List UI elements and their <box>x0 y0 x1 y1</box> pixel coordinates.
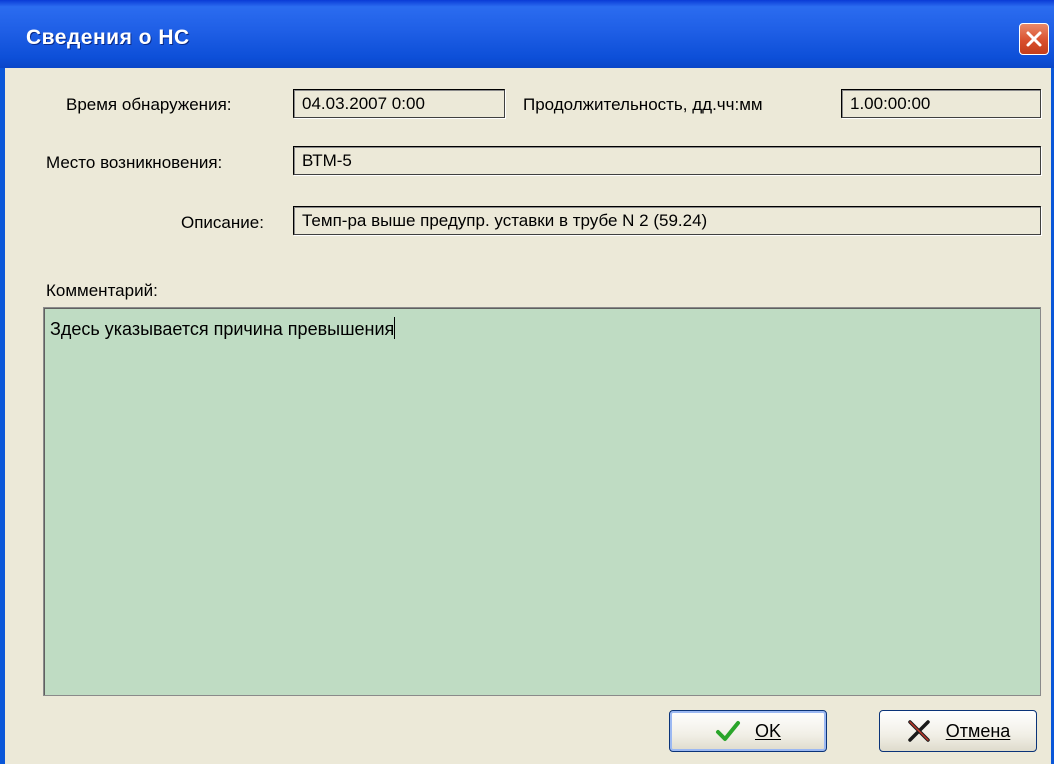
comment-label: Комментарий: <box>46 281 158 300</box>
close-icon <box>1026 31 1042 47</box>
cancel-button[interactable]: Отмена <box>879 710 1037 752</box>
detect-time-field[interactable]: 04.03.2007 0:00 <box>293 89 505 118</box>
comment-text: Здесь указывается причина превышения <box>50 319 395 339</box>
cross-icon <box>907 720 930 742</box>
dialog-window: Сведения о НС Время обнаружения: 04.03.2… <box>0 0 1054 764</box>
comment-textarea[interactable]: Здесь указывается причина превышения <box>43 307 1041 696</box>
description-label: Описание: <box>181 213 264 232</box>
checkmark-icon <box>715 721 740 741</box>
cancel-button-label: Отмена <box>945 720 1011 741</box>
title-bar[interactable]: Сведения о НС <box>0 0 1054 68</box>
detect-time-label: Время обнаружения: <box>66 95 232 114</box>
location-field[interactable]: ВТМ-5 <box>293 146 1041 175</box>
ok-button[interactable]: OK <box>669 710 827 752</box>
duration-label: Продолжительность, дд.чч:мм <box>523 95 763 114</box>
text-caret <box>394 317 396 339</box>
close-button[interactable] <box>1019 23 1049 55</box>
description-field[interactable]: Темп-ра выше предупр. уставки в трубе N … <box>293 206 1041 235</box>
window-title: Сведения о НС <box>26 26 190 49</box>
location-label: Место возникновения: <box>46 153 223 172</box>
duration-field[interactable]: 1.00:00:00 <box>841 89 1041 118</box>
ok-button-label: OK <box>754 720 781 741</box>
